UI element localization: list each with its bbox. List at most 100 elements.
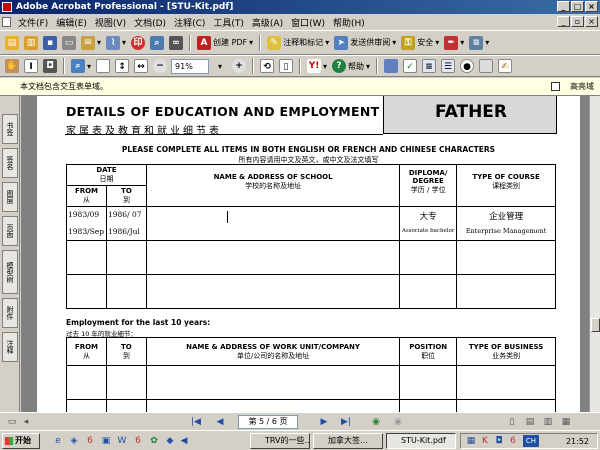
task-browser-1[interactable]: TRV的一些... bbox=[250, 433, 310, 449]
edu-row3-course-field[interactable] bbox=[456, 274, 556, 309]
list-tool-button[interactable]: ≡ bbox=[421, 58, 437, 74]
quicklaunch-app2-icon[interactable]: 6 bbox=[132, 435, 144, 447]
previous-page-button[interactable]: ◀ bbox=[214, 416, 226, 428]
attach-button[interactable]: ⌇ ▾ bbox=[105, 35, 127, 51]
fit-page-button[interactable]: ↕ bbox=[114, 58, 130, 74]
emp-row1-to-field[interactable] bbox=[105, 365, 147, 400]
go-forward-button[interactable]: ◉ bbox=[392, 416, 404, 428]
menu-help[interactable]: 帮助(H) bbox=[329, 16, 369, 29]
next-page-button[interactable]: ▶ bbox=[318, 416, 330, 428]
emp-row2-from-field[interactable] bbox=[66, 399, 107, 412]
page-layout-icon[interactable]: ▭ bbox=[6, 416, 18, 428]
checkbox-tool-button[interactable]: ✓ bbox=[402, 58, 418, 74]
scrollbar-thumb[interactable] bbox=[591, 318, 600, 332]
task-browser-2[interactable]: 加拿大签... bbox=[313, 433, 383, 449]
menu-edit[interactable]: 编辑(E) bbox=[52, 16, 91, 29]
acrobat-app-icon[interactable] bbox=[2, 2, 12, 12]
single-page-icon[interactable]: ▯ bbox=[506, 416, 518, 428]
snapshot-button[interactable]: ◘ bbox=[42, 58, 58, 74]
open-button[interactable]: ▤ bbox=[4, 35, 20, 51]
send-review-button[interactable]: ➤ 发送供审阅 ▾ bbox=[333, 35, 397, 51]
edu-row2-from-field[interactable] bbox=[66, 240, 107, 275]
first-page-button[interactable]: |◀ bbox=[190, 416, 202, 428]
tray-app-icon[interactable]: ◘ bbox=[493, 435, 505, 447]
menu-comments[interactable]: 注释(C) bbox=[170, 16, 209, 29]
combo-tool-button[interactable]: ☰ bbox=[440, 58, 456, 74]
rotate-button[interactable]: ⟲ bbox=[259, 58, 275, 74]
comment-markup-button[interactable]: ✎ 注释和标记 ▾ bbox=[266, 35, 330, 51]
edu-row1-to-field[interactable]: 1986/ 07 1986/Jul bbox=[105, 206, 147, 241]
tab-layers[interactable]: 图层 bbox=[2, 182, 18, 212]
zoom-out-button[interactable]: − bbox=[152, 58, 168, 74]
tab-bookmarks[interactable]: 书签 bbox=[2, 114, 18, 144]
form-text-button[interactable] bbox=[383, 58, 399, 74]
go-back-button[interactable]: ◉ bbox=[370, 416, 382, 428]
emp-row2-to-field[interactable] bbox=[105, 399, 147, 412]
emp-row1-company-field[interactable] bbox=[145, 365, 401, 400]
binoculars-button[interactable]: ∞ bbox=[168, 35, 184, 51]
emp-row1-position-field[interactable] bbox=[399, 365, 458, 400]
status-scroll-left-icon[interactable]: ◂ bbox=[20, 416, 32, 428]
tray-antivirus-icon[interactable]: K bbox=[479, 435, 491, 447]
menu-window[interactable]: 窗口(W) bbox=[287, 16, 329, 29]
zoom-in-button[interactable]: + bbox=[231, 58, 247, 74]
fit-width-button[interactable]: ↔ bbox=[133, 58, 149, 74]
page-number-input[interactable]: 第 5 / 6 页 bbox=[238, 415, 298, 429]
select-tool-button[interactable]: I bbox=[23, 58, 39, 74]
signature-tool-button[interactable]: ✍ bbox=[497, 58, 513, 74]
ime-indicator[interactable]: CH bbox=[523, 435, 539, 447]
last-page-button[interactable]: ▶| bbox=[340, 416, 352, 428]
edu-row2-diploma-field[interactable] bbox=[399, 240, 458, 275]
sign-button[interactable]: ✒ ▾ bbox=[443, 35, 465, 51]
menu-view[interactable]: 视图(V) bbox=[91, 16, 130, 29]
pdf-page[interactable]: DETAILS OF EDUCATION AND EMPLOYMENT 家属表及… bbox=[37, 96, 580, 412]
search-button[interactable]: ⌕ bbox=[149, 35, 165, 51]
hand-tool-button[interactable]: ✋ bbox=[4, 58, 20, 74]
quicklaunch-app3-icon[interactable]: ✿ bbox=[148, 435, 160, 447]
stamp-button[interactable]: 印 bbox=[130, 35, 146, 51]
save-button[interactable]: ▪ bbox=[42, 35, 58, 51]
tab-attachments[interactable]: 附件 bbox=[2, 298, 18, 328]
email-button[interactable]: ✉ ▾ bbox=[80, 35, 102, 51]
doc-restore-button[interactable]: ▫ bbox=[571, 16, 584, 27]
vertical-scrollbar[interactable] bbox=[589, 96, 600, 412]
edu-row1-school-field[interactable] bbox=[145, 206, 401, 241]
document-area[interactable]: DETAILS OF EDUCATION AND EMPLOYMENT 家属表及… bbox=[21, 96, 589, 412]
organizer-button[interactable]: ▥ bbox=[23, 35, 39, 51]
emp-row1-from-field[interactable] bbox=[66, 365, 107, 400]
quicklaunch-app5-icon[interactable]: ◀ bbox=[178, 435, 190, 447]
create-pdf-button[interactable]: A 创建 PDF ▾ bbox=[196, 35, 254, 51]
zoom-input[interactable]: 91% bbox=[171, 58, 210, 74]
tab-pages[interactable]: 页面 bbox=[2, 216, 18, 246]
emp-row2-company-field[interactable] bbox=[145, 399, 401, 412]
button-tool-button[interactable] bbox=[478, 58, 494, 74]
radio-tool-button[interactable]: ● bbox=[459, 58, 475, 74]
page-setup-button[interactable]: ▯ bbox=[278, 58, 294, 74]
menu-file[interactable]: 文件(F) bbox=[14, 16, 52, 29]
highlight-fields-checkbox[interactable] bbox=[551, 82, 560, 91]
quicklaunch-app-icon[interactable]: 6 bbox=[84, 435, 96, 447]
edu-row1-diploma-field[interactable]: 大专 Associate bachelor bbox=[399, 206, 458, 241]
doc-minimize-button[interactable]: _ bbox=[557, 16, 570, 27]
tab-comments[interactable]: 注释 bbox=[2, 332, 18, 362]
tab-signatures[interactable]: 签名 bbox=[2, 148, 18, 178]
edu-row3-diploma-field[interactable] bbox=[399, 274, 458, 309]
menu-document[interactable]: 文档(D) bbox=[130, 16, 170, 29]
menu-advanced[interactable]: 高级(A) bbox=[248, 16, 287, 29]
task-acrobat[interactable]: STU-Kit.pdf bbox=[386, 433, 456, 449]
quicklaunch-app4-icon[interactable]: ◆ bbox=[164, 435, 176, 447]
menu-tools[interactable]: 工具(T) bbox=[209, 16, 248, 29]
facing-icon[interactable]: ▥ bbox=[542, 416, 554, 428]
forms-button[interactable]: ≡ ▾ bbox=[468, 35, 490, 51]
tab-model-tree[interactable]: 模型树 bbox=[2, 250, 18, 294]
minimize-button[interactable]: _ bbox=[557, 1, 570, 12]
tray-app2-icon[interactable]: 6 bbox=[507, 435, 519, 447]
yahoo-button[interactable]: Y! ▾ bbox=[306, 58, 328, 74]
continuous-icon[interactable]: ▤ bbox=[524, 416, 536, 428]
emp-row2-position-field[interactable] bbox=[399, 399, 458, 412]
security-button[interactable]: ⚿ 安全 ▾ bbox=[400, 35, 440, 51]
emp-row2-business-field[interactable] bbox=[456, 399, 556, 412]
zoom-dropdown[interactable]: ▾ bbox=[212, 58, 228, 74]
quicklaunch-word-icon[interactable]: W bbox=[116, 435, 128, 447]
edu-row3-from-field[interactable] bbox=[66, 274, 107, 309]
